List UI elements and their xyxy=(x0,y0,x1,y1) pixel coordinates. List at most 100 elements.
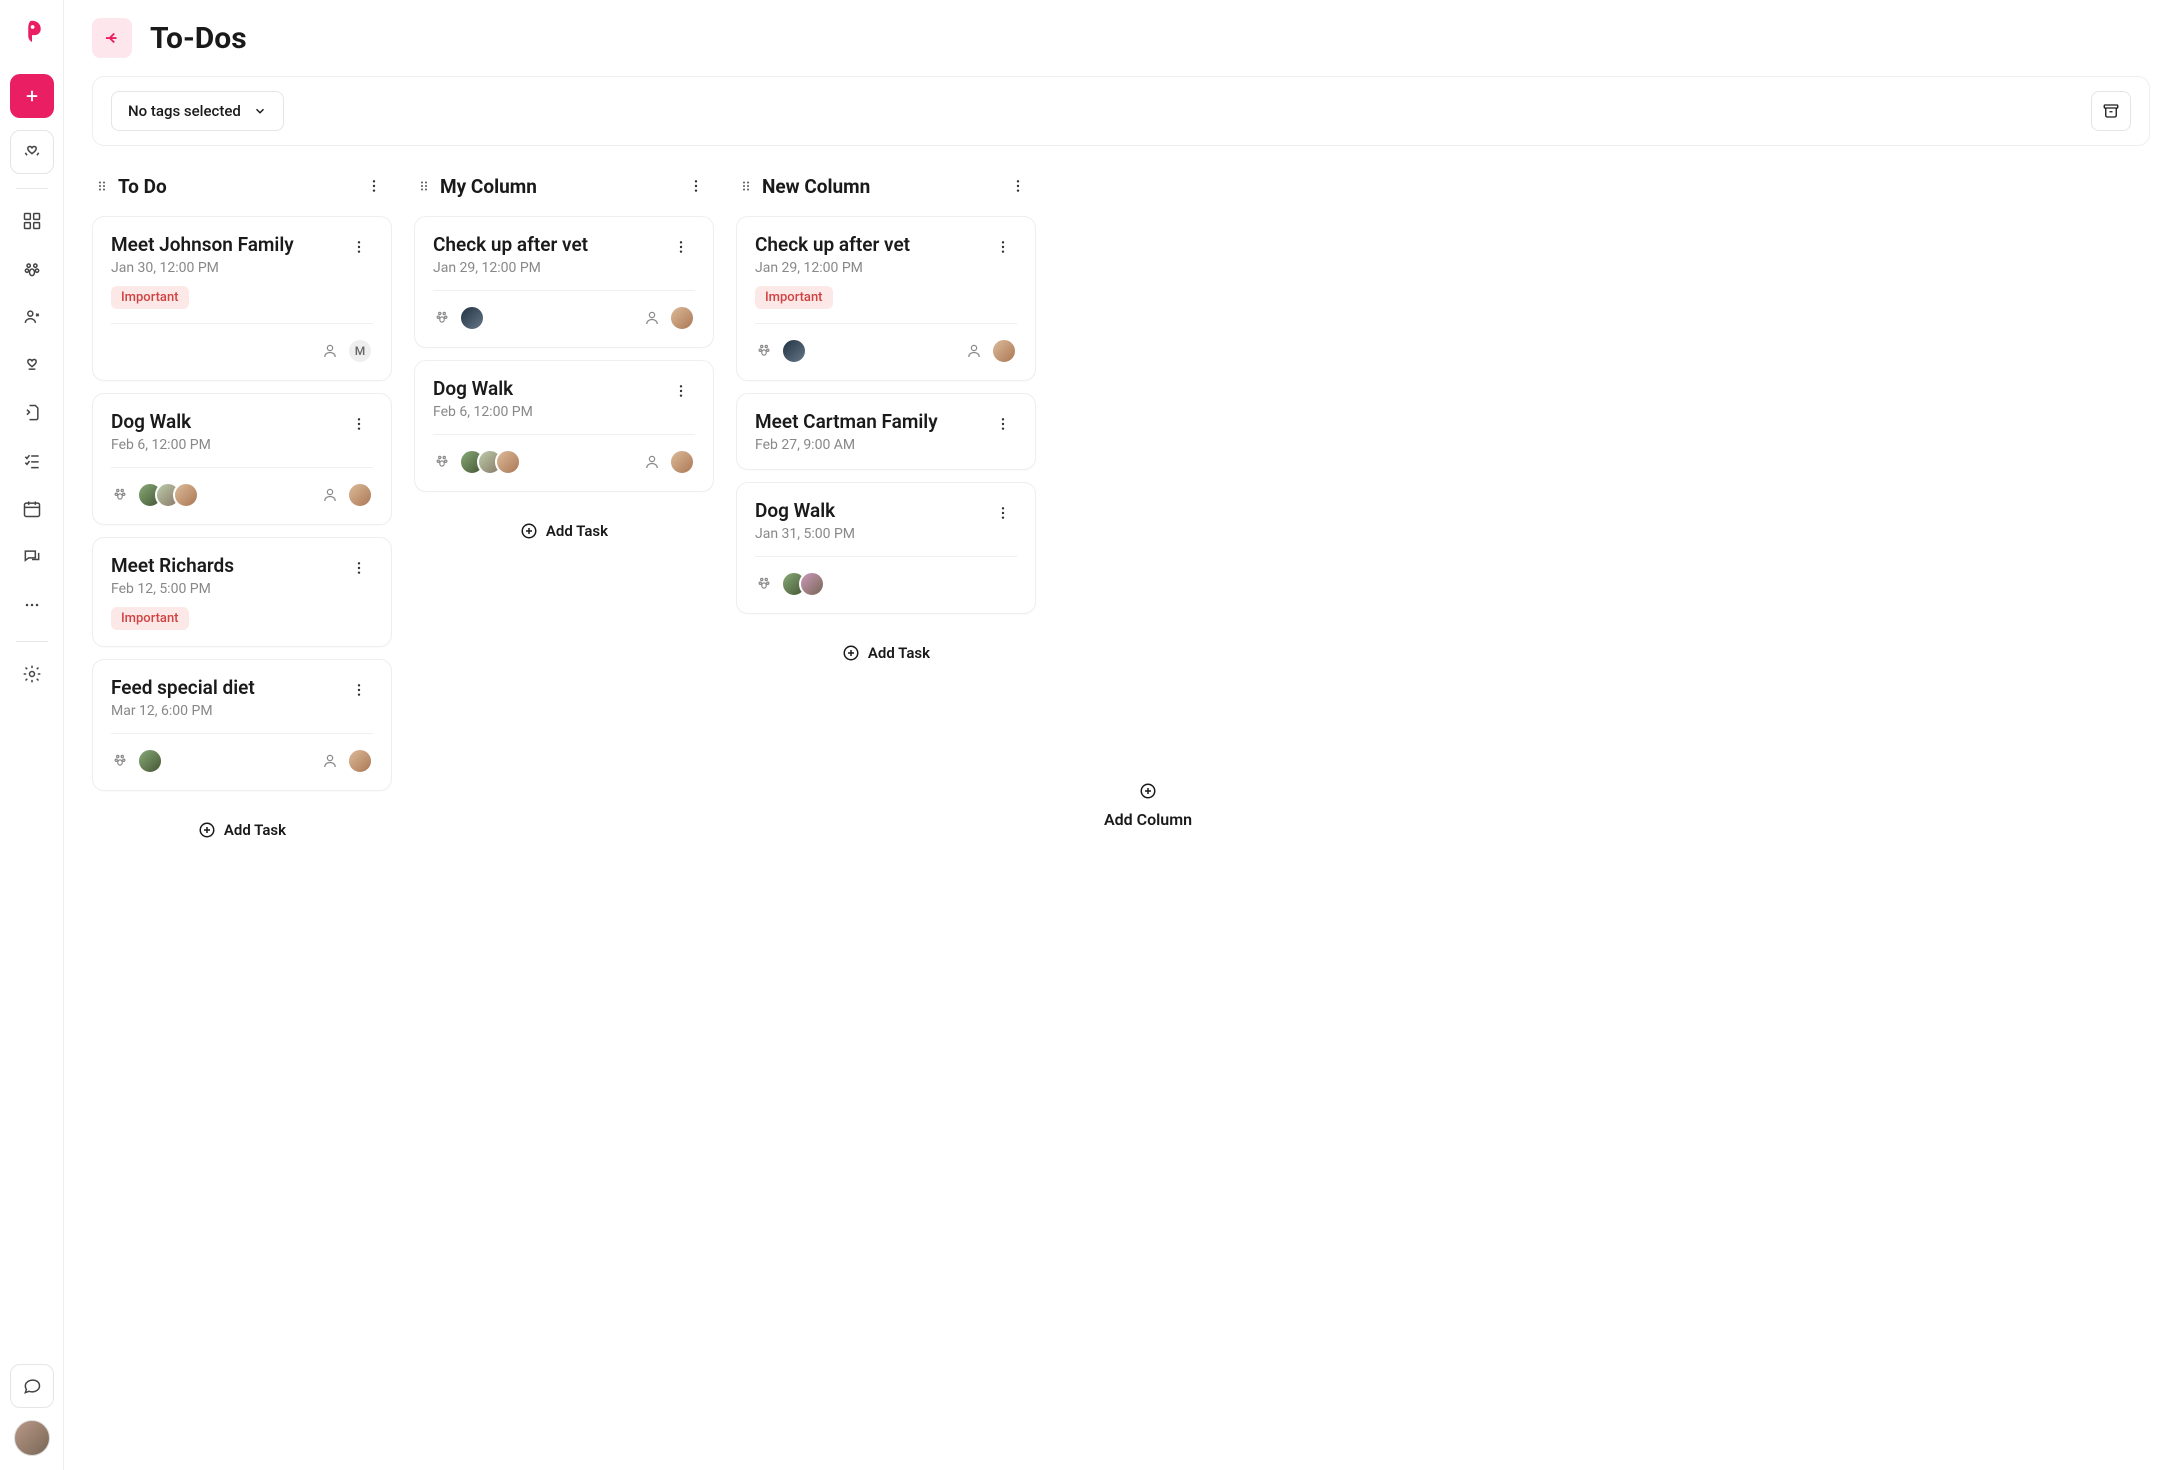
tag-important: Important xyxy=(755,286,833,309)
column-more-button[interactable] xyxy=(1004,172,1032,200)
cards-list: Check up after vet Jan 29, 12:00 PM Dog … xyxy=(414,216,714,1442)
task-title: Dog Walk xyxy=(755,499,855,522)
assignee-avatar[interactable]: M xyxy=(347,338,373,364)
add-task-button[interactable]: Add Task xyxy=(736,630,1036,676)
task-card[interactable]: Check up after vet Jan 29, 12:00 PM xyxy=(414,216,714,348)
archive-button[interactable] xyxy=(2091,91,2131,131)
pet-avatar[interactable] xyxy=(781,338,807,364)
task-card[interactable]: Meet Johnson Family Jan 30, 12:00 PM Imp… xyxy=(92,216,392,381)
column: My Column Check up after vet Jan 29, 12:… xyxy=(414,168,714,1442)
main: To-Dos No tags selected To Do Meet Johns… xyxy=(64,0,2178,1470)
pet-avatar[interactable] xyxy=(459,305,485,331)
assignees-group: M xyxy=(321,338,373,364)
task-more-button[interactable] xyxy=(345,676,373,704)
card-footer xyxy=(433,290,695,331)
assignee-avatar[interactable] xyxy=(347,748,373,774)
drag-handle-icon[interactable] xyxy=(740,178,752,194)
task-date: Mar 12, 6:00 PM xyxy=(111,703,255,719)
nav-dashboard-icon[interactable] xyxy=(10,199,54,243)
pet-avatar[interactable] xyxy=(495,449,521,475)
add-button[interactable] xyxy=(10,74,54,118)
card-footer xyxy=(755,323,1017,364)
pet-avatar[interactable] xyxy=(137,748,163,774)
pets-group xyxy=(433,305,485,331)
column-more-button[interactable] xyxy=(360,172,388,200)
task-more-button[interactable] xyxy=(989,233,1017,261)
assignee-avatar[interactable] xyxy=(991,338,1017,364)
person-icon xyxy=(643,453,661,471)
task-more-button[interactable] xyxy=(989,499,1017,527)
drag-handle-icon[interactable] xyxy=(96,178,108,194)
nav-documents-icon[interactable] xyxy=(10,391,54,435)
nav-todos-icon[interactable] xyxy=(10,439,54,483)
task-title: Dog Walk xyxy=(433,377,533,400)
add-column-button[interactable]: Add Column xyxy=(1058,168,1238,1442)
pets-group xyxy=(111,482,199,508)
tags-filter-label: No tags selected xyxy=(128,102,241,120)
assignee-avatar[interactable] xyxy=(669,305,695,331)
pets-icon xyxy=(433,453,451,471)
task-date: Jan 31, 5:00 PM xyxy=(755,526,855,542)
assignees-group xyxy=(643,305,695,331)
task-card[interactable]: Dog Walk Jan 31, 5:00 PM xyxy=(736,482,1036,614)
task-card[interactable]: Meet Richards Feb 12, 5:00 PM Important xyxy=(92,537,392,647)
person-icon xyxy=(643,309,661,327)
task-more-button[interactable] xyxy=(345,554,373,582)
task-card[interactable]: Check up after vet Jan 29, 12:00 PM Impo… xyxy=(736,216,1036,381)
add-task-button[interactable]: Add Task xyxy=(92,807,392,853)
column-header: My Column xyxy=(414,168,714,216)
app-logo[interactable] xyxy=(14,14,50,50)
task-date: Feb 12, 5:00 PM xyxy=(111,581,234,597)
tags-filter-dropdown[interactable]: No tags selected xyxy=(111,91,284,131)
card-footer xyxy=(755,556,1017,597)
column-more-button[interactable] xyxy=(682,172,710,200)
tag-row: Important xyxy=(755,286,1017,309)
assignees-group xyxy=(643,449,695,475)
pet-avatar[interactable] xyxy=(173,482,199,508)
plus-circle-icon xyxy=(198,821,216,839)
task-card[interactable]: Dog Walk Feb 6, 12:00 PM xyxy=(414,360,714,492)
pets-icon xyxy=(433,309,451,327)
task-card[interactable]: Dog Walk Feb 6, 12:00 PM xyxy=(92,393,392,525)
nav-messages-icon[interactable] xyxy=(10,535,54,579)
pets-icon xyxy=(111,486,129,504)
column-header: New Column xyxy=(736,168,1036,216)
nav-chat-icon[interactable] xyxy=(10,1364,54,1408)
chevron-down-icon xyxy=(253,104,267,118)
task-more-button[interactable] xyxy=(667,233,695,261)
task-more-button[interactable] xyxy=(345,233,373,261)
nav-pets-icon[interactable] xyxy=(10,247,54,291)
assignee-avatar[interactable] xyxy=(347,482,373,508)
sidebar-divider xyxy=(16,188,48,189)
tag-row: Important xyxy=(111,607,373,630)
nav-clients-icon[interactable] xyxy=(10,295,54,339)
assignee-avatar[interactable] xyxy=(669,449,695,475)
card-footer xyxy=(433,434,695,475)
column-header: To Do xyxy=(92,168,392,216)
pets-group xyxy=(111,748,163,774)
pets-group xyxy=(433,449,521,475)
task-more-button[interactable] xyxy=(345,410,373,438)
task-more-button[interactable] xyxy=(989,410,1017,438)
task-title: Meet Johnson Family xyxy=(111,233,294,256)
task-title: Meet Richards xyxy=(111,554,234,577)
nav-settings-icon[interactable] xyxy=(10,652,54,696)
task-card[interactable]: Meet Cartman Family Feb 27, 9:00 AM xyxy=(736,393,1036,470)
column-title: My Column xyxy=(440,175,672,198)
task-more-button[interactable] xyxy=(667,377,695,405)
person-icon xyxy=(321,342,339,360)
nav-services-icon[interactable] xyxy=(10,343,54,387)
back-button[interactable] xyxy=(92,18,132,58)
column: To Do Meet Johnson Family Jan 30, 12:00 … xyxy=(92,168,392,1442)
plus-circle-icon xyxy=(1139,782,1157,800)
pet-avatar[interactable] xyxy=(799,571,825,597)
nav-more-icon[interactable] xyxy=(10,583,54,627)
task-card[interactable]: Feed special diet Mar 12, 6:00 PM xyxy=(92,659,392,791)
pets-group xyxy=(755,571,825,597)
user-avatar[interactable] xyxy=(14,1420,50,1456)
add-task-button[interactable]: Add Task xyxy=(414,508,714,554)
drag-handle-icon[interactable] xyxy=(418,178,430,194)
nav-heart-hands-icon[interactable] xyxy=(10,130,54,174)
nav-calendar-icon[interactable] xyxy=(10,487,54,531)
task-title: Check up after vet xyxy=(433,233,588,256)
